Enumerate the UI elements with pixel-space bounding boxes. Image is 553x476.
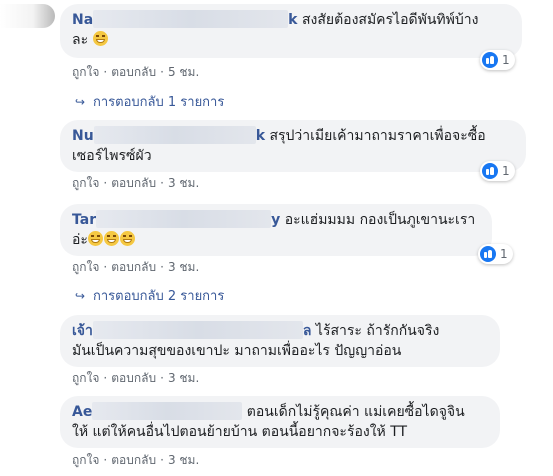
like-icon	[482, 52, 498, 68]
comment-actions: ถูกใจ · ตอบกลับ · 3 ชม.	[72, 452, 199, 468]
separator-dot: ·	[103, 176, 108, 190]
separator-dot: ·	[160, 453, 164, 467]
reaction-count: 1	[502, 164, 510, 178]
timestamp[interactable]: 3 ชม.	[168, 453, 199, 467]
timestamp[interactable]: 3 ชม.	[168, 176, 199, 190]
commenter-name[interactable]: Tar	[72, 212, 96, 228]
comment-bubble: Ae ตอนเด็กไม่รู้คุณค่า แม่เคยซื้อไดจูจิน…	[60, 396, 500, 448]
comment-text-line2: เซอร์ไพรซ์ผัว	[72, 148, 152, 164]
separator-dot: ·	[103, 260, 108, 274]
comment-actions: ถูกใจ · ตอบกลับ · 5 ชม.	[72, 64, 199, 80]
avatar[interactable]	[0, 4, 55, 28]
comment-text: ตอนเด็กไม่รู้คุณค่า แม่เคยซื้อไดจูจิน	[246, 404, 465, 420]
comment-text: สรุปว่าเมียเค้ามาถามราคาเพื่อจะซื้อ	[269, 128, 486, 144]
replies-label[interactable]: การตอบกลับ 1 รายการ	[93, 95, 224, 110]
thinking-emoji	[92, 31, 108, 46]
comment-text: อะแฮ่มมมม กองเป็นภูเขานะเรา	[284, 212, 476, 228]
commenter-name[interactable]: Ae	[72, 404, 92, 420]
comment-actions: ถูกใจ · ตอบกลับ · 3 ชม.	[72, 370, 199, 386]
comment-text: สงสัยต้องสมัครไอดีพันทิพ์บ้าง	[301, 12, 479, 28]
redacted-name	[93, 10, 289, 28]
separator-dot: ·	[103, 371, 108, 385]
redacted-name	[96, 210, 272, 228]
grinning-emoji	[119, 231, 135, 246]
comment-text: ไร้สาระ ถ้ารักกันจริง	[315, 323, 440, 339]
timestamp[interactable]: 3 ชม.	[168, 260, 199, 274]
reply-link[interactable]: ตอบกลับ	[111, 65, 156, 79]
reaction-count: 1	[502, 53, 510, 67]
like-link[interactable]: ถูกใจ	[72, 260, 99, 274]
reply-link[interactable]: ตอบกลับ	[111, 371, 156, 385]
like-link[interactable]: ถูกใจ	[72, 453, 99, 467]
commenter-name[interactable]: Nu	[72, 128, 94, 144]
reply-link[interactable]: ตอบกลับ	[111, 260, 156, 274]
comment-text-line2: มันเป็นความสุขของเขาปะ มาถามเพื่ออะไร ปั…	[72, 343, 402, 359]
like-link[interactable]: ถูกใจ	[72, 176, 99, 190]
commenter-name-tail[interactable]: k	[256, 128, 265, 144]
reaction-count: 1	[500, 247, 508, 261]
comment-text-line2: ละ	[72, 32, 89, 48]
reaction-summary[interactable]: 1	[480, 50, 515, 70]
timestamp[interactable]: 3 ชม.	[168, 371, 199, 385]
grinning-emoji	[87, 231, 103, 246]
replies-label[interactable]: การตอบกลับ 2 รายการ	[93, 289, 224, 304]
reply-link[interactable]: ตอบกลับ	[111, 453, 156, 467]
view-replies[interactable]: ↪ การตอบกลับ 2 รายการ	[75, 288, 224, 305]
separator-dot: ·	[160, 371, 164, 385]
separator-dot: ·	[160, 260, 164, 274]
view-replies[interactable]: ↪ การตอบกลับ 1 รายการ	[75, 94, 224, 111]
commenter-name-tail[interactable]: k	[288, 12, 297, 28]
like-icon	[480, 246, 496, 262]
separator-dot: ·	[103, 65, 108, 79]
separator-dot: ·	[160, 176, 164, 190]
comment-actions: ถูกใจ · ตอบกลับ · 3 ชม.	[72, 259, 199, 275]
grinning-emoji	[103, 231, 119, 246]
comment-bubble: Tar y อะแฮ่มมมม กองเป็นภูเขานะเรา อ่ะ	[60, 204, 492, 256]
commenter-name-tail[interactable]: ล	[303, 323, 312, 339]
redacted-name	[93, 126, 256, 144]
commenter-name[interactable]: Na	[72, 12, 93, 28]
reply-arrow-icon: ↪	[75, 289, 86, 303]
comment-actions: ถูกใจ · ตอบกลับ · 3 ชม.	[72, 175, 199, 191]
comment-text-line2: อ่ะ	[72, 232, 88, 248]
reply-link[interactable]: ตอบกลับ	[111, 176, 156, 190]
comment-bubble: เจ้า ล ไร้สาระ ถ้ารักกันจริง มันเป็นความส…	[60, 315, 500, 367]
redacted-name	[92, 321, 303, 339]
commenter-name-tail[interactable]: y	[271, 212, 280, 228]
separator-dot: ·	[103, 453, 108, 467]
comment-text-line2: ให้ แต่ให้คนอื่นไปตอนย้ายบ้าน ตอนนี้อยาก…	[72, 424, 408, 440]
like-icon	[482, 163, 498, 179]
separator-dot: ·	[160, 65, 164, 79]
comment-bubble: Nu k สรุปว่าเมียเค้ามาถามราคาเพื่อจะซื้อ …	[60, 120, 526, 172]
like-link[interactable]: ถูกใจ	[72, 65, 99, 79]
timestamp[interactable]: 5 ชม.	[168, 65, 199, 79]
comment-bubble: Na k สงสัยต้องสมัครไอดีพันทิพ์บ้าง ละ	[60, 4, 522, 58]
reply-arrow-icon: ↪	[75, 95, 86, 109]
commenter-name[interactable]: เจ้า	[72, 323, 93, 339]
like-link[interactable]: ถูกใจ	[72, 371, 99, 385]
redacted-name	[92, 402, 243, 420]
reaction-summary[interactable]: 1	[478, 244, 513, 264]
reaction-summary[interactable]: 1	[480, 161, 515, 181]
